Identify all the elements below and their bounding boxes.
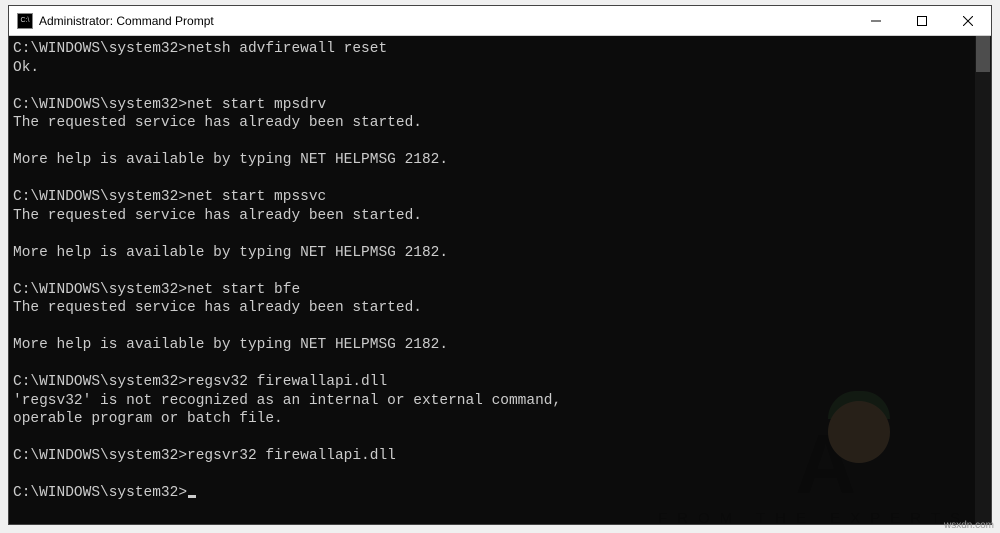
minimize-button[interactable] (853, 6, 899, 35)
command-prompt-window: C:\ Administrator: Command Prompt C:\WIN… (8, 5, 992, 525)
close-button[interactable] (945, 6, 991, 35)
terminal-area: C:\WINDOWS\system32>netsh advfirewall re… (9, 36, 991, 524)
window-controls (853, 6, 991, 35)
cmd-icon: C:\ (17, 13, 33, 29)
titlebar[interactable]: C:\ Administrator: Command Prompt (9, 6, 991, 36)
cursor (188, 495, 196, 498)
window-title: Administrator: Command Prompt (39, 14, 853, 28)
scrollbar[interactable] (975, 36, 991, 524)
close-icon (963, 16, 973, 26)
maximize-icon (917, 16, 927, 26)
maximize-button[interactable] (899, 6, 945, 35)
scrollbar-thumb[interactable] (976, 36, 990, 72)
terminal-output[interactable]: C:\WINDOWS\system32>netsh advfirewall re… (9, 36, 975, 524)
attribution: wsxdn.com (944, 520, 994, 531)
minimize-icon (871, 16, 881, 26)
